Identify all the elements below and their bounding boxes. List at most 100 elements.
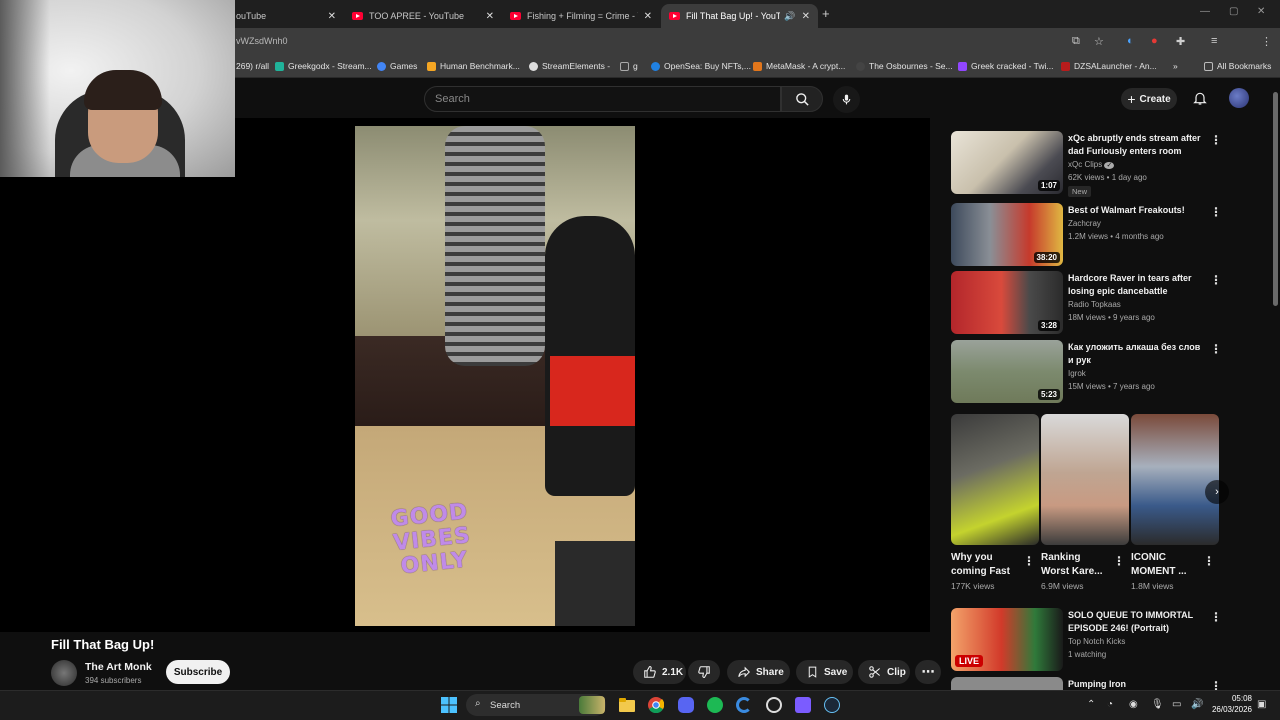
- bookmark-item[interactable]: StreamElements -: [529, 61, 610, 71]
- bookmark-item[interactable]: MetaMask - A crypt...: [753, 61, 845, 71]
- video-player[interactable]: GOOD VIBES ONLY: [355, 126, 635, 626]
- widgets-icon[interactable]: [579, 696, 605, 714]
- bookmark-item[interactable]: Greek cracked - Twi...: [958, 61, 1054, 71]
- bookmark-item[interactable]: Games: [377, 61, 417, 71]
- windows-start-icon[interactable]: [440, 696, 458, 714]
- video-thumbnail[interactable]: [951, 677, 1063, 690]
- maximize-icon[interactable]: ▢: [1229, 6, 1238, 17]
- channel-avatar[interactable]: [51, 660, 77, 686]
- browser-tab[interactable]: ouTube ✕: [228, 4, 344, 28]
- more-vertical-icon[interactable]: ⋮: [1023, 554, 1035, 568]
- more-vertical-icon[interactable]: ⋮: [1210, 610, 1222, 624]
- recommendation-channel[interactable]: xQc Clips ✓: [1068, 160, 1115, 169]
- extension-icon[interactable]: ◐: [1127, 35, 1134, 47]
- notification-icon[interactable]: ▣: [1257, 699, 1266, 710]
- more-vertical-icon[interactable]: ⋮: [1210, 273, 1222, 287]
- file-explorer-icon[interactable]: [618, 696, 636, 714]
- recommendation-item[interactable]: Pumping Iron ⋮: [951, 677, 1251, 690]
- close-icon[interactable]: ✕: [328, 11, 336, 22]
- shorts-title[interactable]: Why you coming Fast: [951, 551, 1021, 579]
- bookmark-item[interactable]: DZSALauncher - An...: [1061, 61, 1157, 71]
- new-tab-icon[interactable]: +: [822, 6, 830, 21]
- search-button[interactable]: [781, 86, 823, 112]
- create-button[interactable]: + Create: [1121, 88, 1177, 110]
- share-button[interactable]: Share: [727, 660, 790, 684]
- spotify-icon[interactable]: [706, 696, 724, 714]
- install-app-icon[interactable]: ⧉: [1072, 35, 1080, 48]
- more-vertical-icon[interactable]: ⋮: [1210, 133, 1222, 147]
- more-vertical-icon[interactable]: ⋮: [1113, 554, 1125, 568]
- extensions-puzzle-icon[interactable]: ✚: [1176, 35, 1185, 48]
- recommendation-item[interactable]: 38:20 Best of Walmart Freakouts! Zachcra…: [951, 203, 1251, 267]
- clip-button[interactable]: Clip: [858, 660, 910, 684]
- video-thumbnail[interactable]: 3:28: [951, 271, 1063, 334]
- video-thumbnail[interactable]: 1:07: [951, 131, 1063, 194]
- recommendation-title[interactable]: Pumping Iron: [1068, 678, 1208, 690]
- search-input[interactable]: Search: [424, 86, 781, 112]
- more-vertical-icon[interactable]: ⋮: [1210, 679, 1222, 690]
- shorts-thumbnail[interactable]: [951, 414, 1039, 545]
- video-thumbnail[interactable]: 5:23: [951, 340, 1063, 403]
- more-bookmarks-icon[interactable]: »: [1173, 61, 1178, 71]
- close-icon[interactable]: ✕: [486, 11, 494, 22]
- reading-list-icon[interactable]: ≡: [1211, 35, 1217, 47]
- notifications-bell-icon[interactable]: [1192, 90, 1208, 106]
- recommendation-item[interactable]: LIVE SOLO QUEUE TO IMMORTAL EPISODE 246!…: [951, 608, 1251, 672]
- shorts-thumbnail[interactable]: [1131, 414, 1219, 545]
- recommendation-channel[interactable]: Radio Topkaas: [1068, 300, 1121, 309]
- bookmark-item[interactable]: Human Benchmark...: [427, 61, 520, 71]
- app-icon[interactable]: [765, 696, 783, 714]
- account-avatar[interactable]: [1229, 88, 1249, 108]
- recommendation-title[interactable]: Hardcore Raver in tears after losing epi…: [1068, 272, 1208, 298]
- browser-tab[interactable]: Fishing + Filming = Crime - YouTube ✕: [502, 4, 660, 28]
- more-vertical-icon[interactable]: ⋮: [1210, 205, 1222, 219]
- shorts-title[interactable]: ICONIC MOMENT ...: [1131, 551, 1201, 579]
- recommendation-channel[interactable]: Zachcray: [1068, 219, 1101, 228]
- channel-name[interactable]: The Art Monk: [85, 661, 152, 673]
- url-text[interactable]: vWZsdWnh0: [236, 36, 288, 46]
- discord-icon[interactable]: [677, 696, 695, 714]
- all-bookmarks[interactable]: All Bookmarks: [1204, 61, 1271, 71]
- close-icon[interactable]: ✕: [644, 11, 652, 22]
- video-thumbnail[interactable]: 38:20: [951, 203, 1063, 266]
- shorts-item[interactable]: Why you coming Fast 177K views ⋮: [951, 414, 1039, 591]
- recommendation-title[interactable]: Best of Walmart Freakouts!: [1068, 204, 1208, 217]
- bookmark-item[interactable]: 269) r/all: [236, 61, 269, 71]
- calendar-app-icon[interactable]: [794, 696, 812, 714]
- bookmark-item[interactable]: The Osbournes - Se...: [856, 61, 953, 71]
- voice-search-button[interactable]: [833, 86, 860, 113]
- recommendation-title[interactable]: Как уложить алкаша без слов и рук: [1068, 341, 1208, 367]
- window-close-icon[interactable]: ✕: [1257, 6, 1265, 17]
- recommendation-title[interactable]: SOLO QUEUE TO IMMORTAL EPISODE 246! (Por…: [1068, 609, 1208, 635]
- chevron-up-icon[interactable]: ⌃: [1087, 699, 1095, 710]
- bookmark-star-icon[interactable]: ☆: [1094, 35, 1104, 48]
- save-button[interactable]: Save: [796, 660, 853, 684]
- tray-app-icon[interactable]: ◉: [1129, 699, 1138, 710]
- chevron-right-icon[interactable]: ›: [1205, 480, 1229, 504]
- more-vertical-icon[interactable]: ⋮: [1210, 342, 1222, 356]
- shorts-title[interactable]: Ranking Worst Kare...: [1041, 551, 1111, 579]
- recommendation-item[interactable]: 3:28 Hardcore Raver in tears after losin…: [951, 271, 1251, 335]
- extension-icon[interactable]: ●: [1151, 35, 1158, 47]
- subscribe-button[interactable]: Subscribe: [166, 660, 230, 684]
- ccleaner-icon[interactable]: [735, 696, 753, 714]
- video-thumbnail[interactable]: LIVE: [951, 608, 1063, 671]
- bookmark-folder[interactable]: g: [620, 61, 638, 71]
- recommendation-item[interactable]: 5:23 Как уложить алкаша без слов и рук I…: [951, 340, 1251, 404]
- like-button[interactable]: 2.1K: [633, 660, 686, 684]
- recommendation-channel[interactable]: Igrok: [1068, 369, 1086, 378]
- scrollbar-thumb[interactable]: [1273, 92, 1278, 306]
- taskbar-clock[interactable]: 05:08 26/03/2026: [1208, 693, 1252, 715]
- recommendation-channel[interactable]: Top Notch Kicks: [1068, 637, 1125, 646]
- shorts-thumbnail[interactable]: [1041, 414, 1129, 545]
- tray-app-icon[interactable]: ◔: [1107, 699, 1113, 710]
- microphone-icon[interactable]: 🎙: [1151, 699, 1164, 710]
- dislike-button[interactable]: [688, 660, 720, 684]
- bookmark-item[interactable]: OpenSea: Buy NFTs,...: [651, 61, 751, 71]
- shorts-item[interactable]: Ranking Worst Kare... 6.9M views ⋮: [1041, 414, 1129, 591]
- more-actions-button[interactable]: ⋯: [915, 660, 941, 684]
- browser-menu-icon[interactable]: ⋮: [1261, 35, 1272, 48]
- volume-icon[interactable]: 🔊: [1191, 699, 1203, 710]
- minimize-icon[interactable]: —: [1200, 6, 1210, 17]
- recommendation-title[interactable]: xQc abruptly ends stream after dad Furio…: [1068, 132, 1208, 158]
